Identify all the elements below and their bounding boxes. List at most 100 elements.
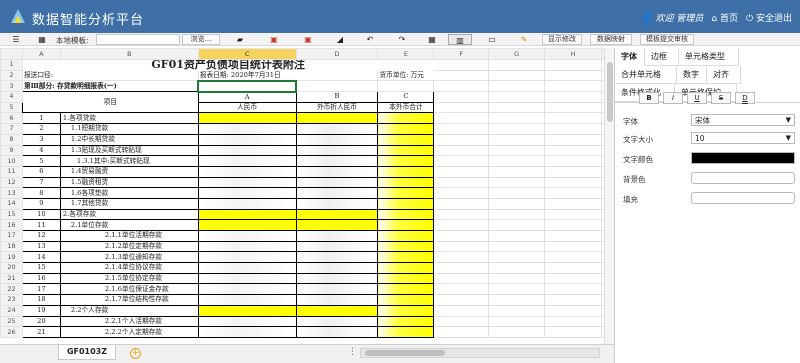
save-as-icon[interactable]: ▣	[296, 34, 320, 45]
total-cell[interactable]	[377, 176, 435, 189]
item-label[interactable]: 1.6各项垫款	[59, 187, 199, 199]
col-header[interactable]: H	[544, 48, 602, 60]
col-header[interactable]: E	[377, 48, 435, 60]
foreign-cell[interactable]	[295, 208, 379, 221]
col-letter[interactable]: B	[295, 91, 379, 103]
rmb-cell[interactable]	[197, 112, 297, 125]
row-header[interactable]: 6	[0, 112, 23, 125]
foreign-cell[interactable]	[295, 315, 379, 328]
undo-icon[interactable]: ↶	[358, 34, 382, 45]
item-number[interactable]: 18	[21, 294, 61, 306]
col-header[interactable]: G	[488, 48, 546, 60]
scroll-thumb[interactable]	[365, 350, 445, 356]
foreign-cell[interactable]	[295, 326, 379, 338]
row-header[interactable]: 7	[0, 123, 23, 135]
selected-cell[interactable]	[197, 79, 298, 93]
col-letter[interactable]: A	[197, 91, 297, 103]
item-label[interactable]: 2.2个人存款	[59, 304, 199, 317]
foreign-cell[interactable]	[295, 187, 379, 199]
row-header[interactable]: 19	[0, 251, 23, 264]
foreign-cell[interactable]	[295, 230, 379, 242]
item-number[interactable]: 10	[21, 208, 61, 221]
rmb-cell[interactable]	[197, 262, 297, 274]
item-number[interactable]: 19	[21, 304, 61, 317]
row-header[interactable]: 21	[0, 272, 23, 285]
total-cell[interactable]	[377, 144, 435, 157]
tab-border[interactable]: 边框	[645, 48, 679, 66]
item-number[interactable]: 21	[21, 326, 61, 338]
item-label[interactable]: 1.3贴现及买断式转贴现	[59, 144, 199, 157]
add-sheet-icon[interactable]: +	[130, 348, 141, 359]
row-header[interactable]: 22	[0, 283, 23, 296]
rmb-cell[interactable]	[197, 326, 297, 338]
open-folder-icon[interactable]: ▰	[228, 34, 252, 45]
item-label[interactable]: 2.1.4单位协议存款	[59, 262, 199, 274]
item-number[interactable]: 9	[21, 197, 61, 210]
foreign-cell[interactable]	[295, 262, 379, 274]
row-header[interactable]: 8	[0, 133, 23, 146]
total-cell[interactable]	[377, 230, 435, 242]
template-path-input[interactable]	[96, 34, 180, 45]
foreign-cell[interactable]	[295, 176, 379, 189]
report-title[interactable]: GF01资产负债项目统计表附注	[22, 60, 433, 71]
sheet-tab[interactable]: GF0103Z	[58, 345, 116, 360]
underline-button[interactable]: U	[687, 92, 707, 104]
item-number[interactable]: 6	[21, 165, 61, 178]
tab-font[interactable]: 字体	[615, 48, 645, 66]
save-icon[interactable]: ▣	[262, 34, 286, 45]
item-number[interactable]: 17	[21, 283, 61, 296]
rmb-cell[interactable]	[197, 283, 297, 296]
foreign-cell[interactable]	[295, 240, 379, 253]
section-title[interactable]: 第Ⅲ部分: 存贷款明细报表(一)	[21, 80, 199, 93]
report-date[interactable]: 报表日期: 2020年7月31日	[197, 69, 379, 82]
item-number[interactable]: 11	[21, 219, 61, 231]
total-cell[interactable]	[377, 165, 435, 178]
rmb-cell[interactable]	[197, 315, 297, 328]
row-header[interactable]: 18	[0, 240, 23, 253]
foreign-cell[interactable]	[295, 197, 379, 210]
tab-number[interactable]: 数字	[677, 66, 707, 84]
sheet-icon[interactable]: ▦	[30, 34, 54, 45]
item-number[interactable]: 16	[21, 272, 61, 285]
item-label[interactable]: 2.1.5单位协定存款	[59, 272, 199, 285]
total-cell[interactable]	[377, 272, 435, 285]
tab-align[interactable]: 对齐	[707, 66, 741, 84]
col-header[interactable]: A	[21, 48, 61, 60]
row-header[interactable]: 11	[0, 165, 23, 178]
total-cell[interactable]	[377, 262, 435, 274]
rmb-cell[interactable]	[197, 123, 297, 135]
row-header[interactable]: 16	[0, 219, 23, 231]
foreign-cell[interactable]	[295, 283, 379, 296]
total-cell[interactable]	[377, 187, 435, 199]
foreign-cell[interactable]	[295, 133, 379, 146]
row-header[interactable]: 9	[0, 144, 23, 157]
row-header[interactable]: 13	[0, 187, 23, 199]
total-cell[interactable]	[377, 315, 435, 328]
row-header[interactable]: 12	[0, 176, 23, 189]
item-number[interactable]: 2	[21, 123, 61, 135]
item-label[interactable]: 1.3.1其中:买断式转贴现	[59, 155, 199, 167]
row-header[interactable]: 17	[0, 230, 23, 242]
total-cell[interactable]	[377, 208, 435, 221]
foreign-cell[interactable]	[295, 144, 379, 157]
rmb-cell[interactable]	[197, 219, 297, 231]
item-label[interactable]: 2.1.2单位定期存款	[59, 240, 199, 253]
org-label[interactable]: 报送口径:	[21, 69, 199, 82]
item-number[interactable]: 14	[21, 251, 61, 264]
col-header[interactable]: D	[295, 48, 379, 60]
item-label[interactable]: 2.1.7单位结构性存款	[59, 294, 199, 306]
item-number[interactable]: 15	[21, 262, 61, 274]
foreign-cell[interactable]	[295, 123, 379, 135]
item-label[interactable]: 1.4贸易融资	[59, 165, 199, 178]
rmb-cell[interactable]	[197, 187, 297, 199]
rmb-cell[interactable]	[197, 197, 297, 210]
corner-cell[interactable]	[0, 48, 23, 60]
item-number[interactable]: 1	[21, 112, 61, 125]
rmb-cell[interactable]	[197, 251, 297, 264]
foreign-cell[interactable]	[295, 219, 379, 231]
col-name[interactable]: 外币折人民币	[295, 101, 379, 114]
rmb-cell[interactable]	[197, 155, 297, 167]
double-underline-button[interactable]: D	[735, 92, 755, 104]
pencil-icon[interactable]: ✎	[512, 34, 536, 45]
item-label[interactable]: 2.1.6单位保证金存款	[59, 283, 199, 296]
